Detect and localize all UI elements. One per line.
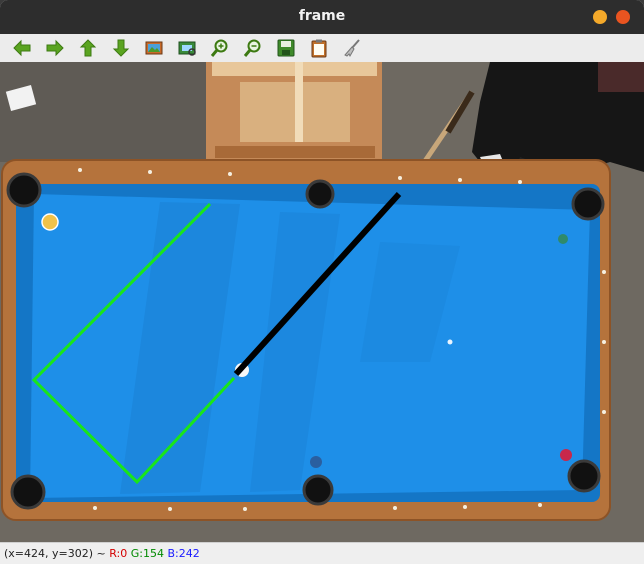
arrow-left-icon bbox=[13, 39, 31, 57]
view-icon bbox=[178, 41, 196, 56]
pool-table-image bbox=[0, 62, 644, 542]
pan-right-button[interactable] bbox=[43, 37, 67, 59]
minimize-button[interactable] bbox=[593, 10, 607, 24]
clipboard-icon bbox=[311, 39, 327, 58]
blue-value: B:242 bbox=[167, 547, 200, 560]
pan-down-button[interactable] bbox=[109, 37, 133, 59]
save-icon bbox=[277, 39, 295, 57]
window-title: frame bbox=[298, 8, 346, 24]
arrow-right-icon bbox=[46, 39, 64, 57]
zoom-out-button[interactable] bbox=[241, 37, 265, 59]
close-button[interactable] bbox=[616, 10, 630, 24]
arrow-up-icon bbox=[79, 39, 97, 57]
status-bar: (x=424, y=302) ~ R:0 G:154 B:242 bbox=[0, 542, 644, 564]
zoom-original-button[interactable] bbox=[142, 37, 166, 59]
image-canvas[interactable] bbox=[0, 62, 644, 542]
pan-left-button[interactable] bbox=[10, 37, 34, 59]
arrow-down-icon bbox=[112, 39, 130, 57]
red-value: R:0 bbox=[109, 547, 128, 560]
app-window: frame (x=424, y=302) ~ R:0 G:154 B:242 bbox=[0, 0, 644, 564]
cursor-coordinates: (x=424, y=302) ~ bbox=[4, 547, 106, 560]
copy-button[interactable] bbox=[307, 37, 331, 59]
pan-up-button[interactable] bbox=[76, 37, 100, 59]
zoom-out-icon bbox=[243, 39, 261, 57]
image-icon bbox=[145, 41, 163, 55]
zoom-in-button[interactable] bbox=[208, 37, 232, 59]
save-button[interactable] bbox=[274, 37, 298, 59]
zoom-in-icon bbox=[210, 39, 228, 57]
title-bar: frame bbox=[0, 0, 644, 34]
toolbar bbox=[0, 34, 644, 63]
fit-window-button[interactable] bbox=[175, 37, 199, 59]
brush-icon bbox=[344, 39, 360, 58]
green-value: G:154 bbox=[130, 547, 164, 560]
properties-button[interactable] bbox=[340, 37, 364, 59]
